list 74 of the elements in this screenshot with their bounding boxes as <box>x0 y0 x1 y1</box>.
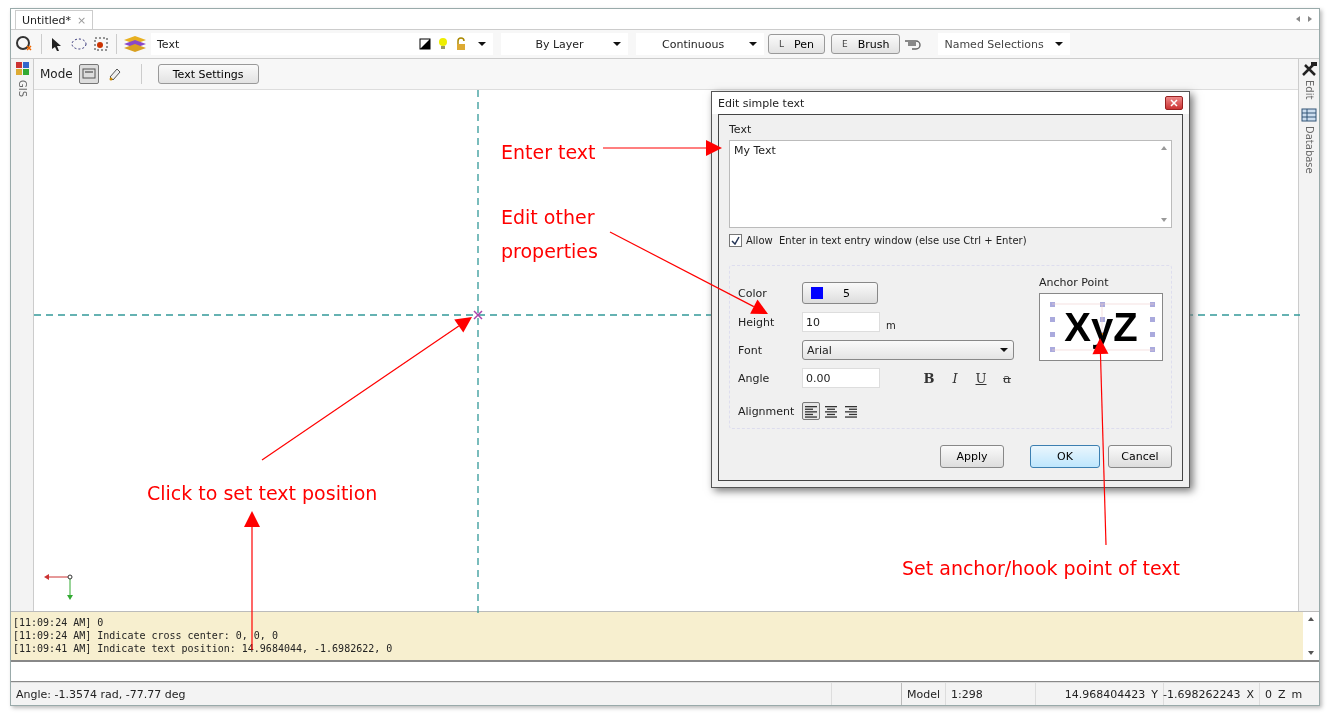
axis-label: Y <box>1151 687 1159 701</box>
annotation-text: Click to set text position <box>147 481 378 506</box>
mode-button[interactable] <box>78 64 99 84</box>
field-label: Alignment <box>738 404 795 418</box>
coordinate-value: 0 <box>1265 687 1273 701</box>
dialog-button[interactable]: Apply <box>940 445 1004 468</box>
layers-icon[interactable] <box>123 34 147 54</box>
panel-tab[interactable]: GIS <box>16 80 28 98</box>
coordinate-value: -1.698262243 <box>1163 687 1241 701</box>
style-button[interactable]: a <box>1000 370 1014 386</box>
unit-label: m <box>1291 687 1303 701</box>
style-button[interactable]: B <box>922 370 936 386</box>
scroll-up-icon[interactable] <box>1307 616 1315 622</box>
layer-dropdown[interactable]: Text <box>151 33 493 55</box>
unit-label: m <box>886 319 896 331</box>
dialog-button[interactable]: Cancel <box>1108 445 1172 468</box>
dialog-title: Edit simple text <box>718 96 805 110</box>
command-input[interactable] <box>11 660 1319 682</box>
annotation-text: Enter text <box>501 140 596 165</box>
font-dropdown[interactable]: Arial <box>802 340 1014 360</box>
axis-label: X <box>1246 687 1255 701</box>
color-icon <box>419 38 431 50</box>
angle-input[interactable]: 0.00 <box>802 368 880 388</box>
scroll-down-icon[interactable] <box>1307 650 1315 656</box>
annotation-text: Set anchor/hook point of text <box>902 556 1180 581</box>
pen-button[interactable]: L Pen <box>768 34 825 54</box>
checkbox-label: Allow Enter in text entry window (else use Ctrl + Enter) <box>746 235 1027 246</box>
mode-label: Mode <box>40 67 73 81</box>
named-selections-dropdown[interactable]: Named Selections <box>938 33 1071 55</box>
field-label: Color <box>738 286 767 300</box>
close-button[interactable] <box>1165 96 1183 110</box>
close-icon <box>1170 99 1178 107</box>
bulb-icon <box>437 37 449 51</box>
caret-icon <box>612 40 622 48</box>
field-label: Anchor Point <box>1039 276 1110 289</box>
caret-icon <box>477 40 487 48</box>
panel-tab[interactable]: Database <box>1303 126 1315 175</box>
field-label: Font <box>738 343 762 357</box>
height-input[interactable]: 10 <box>802 312 880 332</box>
caret-icon <box>748 40 758 48</box>
window-select-icon[interactable] <box>92 35 110 53</box>
field-label: Text <box>729 123 753 136</box>
scrollbar[interactable] <box>1303 612 1319 660</box>
brush-button[interactable]: E Brush <box>831 34 901 54</box>
align-button[interactable] <box>802 402 820 420</box>
caret-icon <box>1054 40 1065 48</box>
checkbox[interactable] <box>729 234 742 247</box>
style-button[interactable]: U <box>974 370 988 386</box>
anchor-preview[interactable]: XyZ <box>1039 293 1163 361</box>
table-icon[interactable] <box>1301 107 1317 124</box>
log-line: [11:09:41 AM] Indicate text position: 14.9684044, -1.6982622, 0 <box>13 642 394 655</box>
color-dropdown[interactable]: By Layer <box>501 33 628 55</box>
log-line: [11:09:24 AM] Indicate cross center: 0, 0, 0 <box>13 629 279 642</box>
tools-icon[interactable] <box>1301 61 1317 77</box>
caret-icon <box>999 346 1009 354</box>
axis-icon <box>44 574 73 600</box>
panel-tab[interactable]: Edit <box>1303 80 1315 100</box>
text-settings-button[interactable]: Text Settings <box>157 64 259 84</box>
field-label: Height <box>738 315 775 329</box>
document-tab[interactable]: Untitled* × <box>15 10 94 29</box>
scale-indicator: 1:298 <box>945 683 1036 705</box>
linetype-dropdown[interactable]: Continuous <box>636 33 764 55</box>
field-label: Angle <box>738 371 770 385</box>
annotation-text: Edit other properties <box>501 205 598 264</box>
space-indicator: Model <box>901 683 946 705</box>
axis-label: Z <box>1278 687 1286 701</box>
style-button[interactable]: I <box>948 370 962 386</box>
lock-icon <box>455 37 467 51</box>
color-button[interactable]: 5 <box>802 282 878 304</box>
log-line: [11:09:24 AM] 0 <box>13 616 105 629</box>
dialog-button[interactable]: OK <box>1030 445 1100 468</box>
gis-icon[interactable] <box>14 61 30 76</box>
status-text: Angle: -1.3574 rad, -77.77 deg <box>15 686 187 703</box>
coordinate-value: 14.968404423 <box>1064 687 1146 701</box>
